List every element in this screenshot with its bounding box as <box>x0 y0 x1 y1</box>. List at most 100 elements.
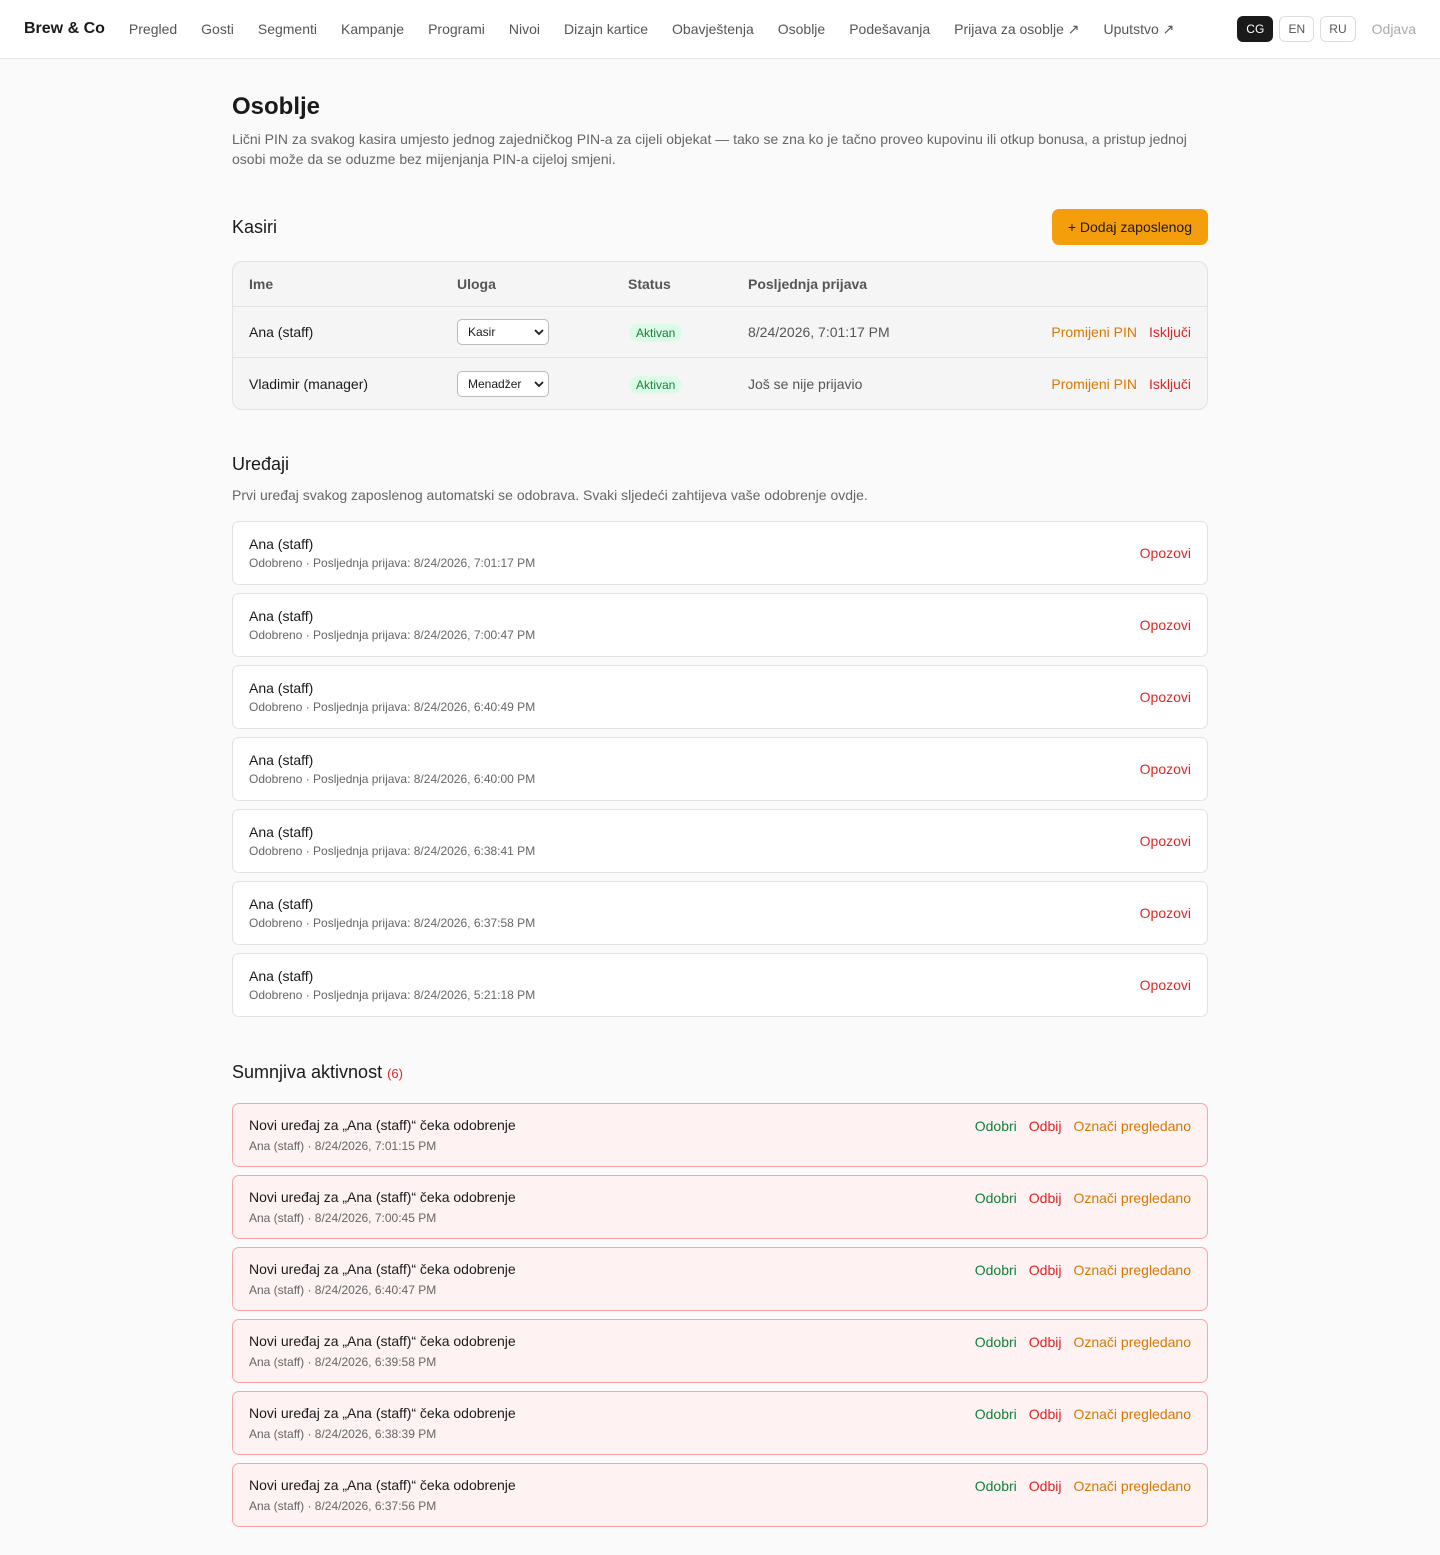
reject-button[interactable]: Odbij <box>1029 1478 1062 1494</box>
nav-item-segmenti[interactable]: Segmenti <box>258 21 317 37</box>
mark-reviewed-button[interactable]: Označi pregledano <box>1073 1334 1191 1350</box>
device-owner: Ana (staff) <box>249 608 314 624</box>
nav-item-kampanje[interactable]: Kampanje <box>341 21 404 37</box>
mark-reviewed-button[interactable]: Označi pregledano <box>1073 1190 1191 1206</box>
lang-button-cg[interactable]: CG <box>1237 16 1274 42</box>
device-owner: Ana (staff) <box>249 536 314 552</box>
status-cell: Aktivan <box>628 375 748 394</box>
cashier-name: Vladimir (manager) <box>249 375 369 392</box>
chevron-down-icon <box>534 380 544 387</box>
suspicious-item: Novi uređaj za „Ana (staff)“ čeka odobre… <box>232 1319 1208 1383</box>
alert-title: Novi uređaj za „Ana (staff)“ čeka odobre… <box>249 1261 516 1277</box>
table-row: Vladimir (manager) Menadžer Aktivan Još … <box>233 358 1207 409</box>
nav-item-uputstvo[interactable]: Uputstvo ↗ <box>1104 21 1175 38</box>
suspicious-item: Novi uređaj za „Ana (staff)“ čeka odobre… <box>232 1175 1208 1239</box>
row-actions: Promijeni PIN Isključi <box>1051 376 1191 392</box>
reject-button[interactable]: Odbij <box>1029 1118 1062 1134</box>
alert-actions: Odobri Odbij Označi pregledano <box>975 1118 1191 1134</box>
status-badge: Aktivan <box>629 324 683 342</box>
device-meta: Odobreno · Posljednja prijava: 8/24/2026… <box>249 772 536 786</box>
device-item: Ana (staff) Odobreno · Posljednja prijava… <box>232 953 1208 1017</box>
reject-button[interactable]: Odbij <box>1029 1190 1062 1206</box>
nav-item-pregled[interactable]: Pregled <box>129 21 177 37</box>
revoke-button[interactable]: Opozovi <box>1140 617 1191 633</box>
approve-button[interactable]: Odobri <box>975 1478 1017 1494</box>
alert-title: Novi uređaj za „Ana (staff)“ čeka odobre… <box>249 1189 516 1205</box>
approve-button[interactable]: Odobri <box>975 1334 1017 1350</box>
change-pin-button[interactable]: Promijeni PIN <box>1051 324 1137 340</box>
alert-title: Novi uređaj za „Ana (staff)“ čeka odobre… <box>249 1405 516 1421</box>
mark-reviewed-button[interactable]: Označi pregledano <box>1073 1262 1191 1278</box>
change-pin-button[interactable]: Promijeni PIN <box>1051 376 1137 392</box>
alert-actions: Odobri Odbij Označi pregledano <box>975 1262 1191 1278</box>
device-item: Ana (staff) Odobreno · Posljednja prijava… <box>232 593 1208 657</box>
lang-button-ru[interactable]: RU <box>1320 16 1356 42</box>
reject-button[interactable]: Odbij <box>1029 1334 1062 1350</box>
nav-item-prijava-za-osoblje[interactable]: Prijava za osoblje ↗ <box>954 21 1079 38</box>
header-right: CG EN RU Odjava <box>1237 16 1416 42</box>
revoke-button[interactable]: Opozovi <box>1140 761 1191 777</box>
cashiers-heading: Kasiri <box>232 216 278 237</box>
page-title: Osoblje <box>232 93 321 120</box>
approve-button[interactable]: Odobri <box>975 1262 1017 1278</box>
alert-actions: Odobri Odbij Označi pregledano <box>975 1406 1191 1422</box>
lang-button-en[interactable]: EN <box>1279 16 1315 42</box>
nav-item-nivoi[interactable]: Nivoi <box>509 21 540 37</box>
device-owner: Ana (staff) <box>249 680 314 696</box>
revoke-button[interactable]: Opozovi <box>1140 689 1191 705</box>
table-header: Ime Uloga Status Posljednja prijava <box>233 262 1207 307</box>
device-meta: Odobreno · Posljednja prijava: 8/24/2026… <box>249 556 536 570</box>
revoke-button[interactable]: Opozovi <box>1140 545 1191 561</box>
reject-button[interactable]: Odbij <box>1029 1262 1062 1278</box>
cashiers-section: Kasiri + Dodaj zaposlenog Ime Uloga Stat… <box>232 209 1208 410</box>
last-login: 8/24/2026, 7:01:17 PM <box>748 324 890 340</box>
role-cell: Kasir <box>457 319 628 345</box>
cashiers-header: Kasiri + Dodaj zaposlenog <box>232 209 1208 245</box>
revoke-button[interactable]: Opozovi <box>1140 977 1191 993</box>
devices-description: Prvi uređaj svakog zaposlenog automatski… <box>232 487 868 503</box>
row-actions: Promijeni PIN Isključi <box>1051 324 1191 340</box>
device-item: Ana (staff) Odobreno · Posljednja prijava… <box>232 665 1208 729</box>
nav-item-gosti[interactable]: Gosti <box>201 21 234 37</box>
approve-button[interactable]: Odobri <box>975 1190 1017 1206</box>
mark-reviewed-button[interactable]: Označi pregledano <box>1073 1478 1191 1494</box>
column-header-status: Status <box>628 276 671 292</box>
approve-button[interactable]: Odobri <box>975 1118 1017 1134</box>
nav-item-programi[interactable]: Programi <box>428 21 485 37</box>
devices-section: Uređaji Prvi uređaj svakog zaposlenog au… <box>232 454 1208 1017</box>
device-meta: Odobreno · Posljednja prijava: 8/24/2026… <box>249 916 536 930</box>
role-select[interactable]: Menadžer <box>457 370 549 397</box>
device-owner: Ana (staff) <box>249 752 314 768</box>
device-owner: Ana (staff) <box>249 824 314 840</box>
mark-reviewed-button[interactable]: Označi pregledano <box>1073 1406 1191 1422</box>
column-header-last-login: Posljednja prijava <box>748 276 868 292</box>
nav-item-dizajn-kartice[interactable]: Dizajn kartice <box>564 21 648 37</box>
mark-reviewed-button[interactable]: Označi pregledano <box>1073 1118 1191 1134</box>
column-header-name: Ime <box>249 276 274 292</box>
alert-meta: Ana (staff) · 8/24/2026, 6:39:58 PM <box>249 1355 437 1369</box>
role-select[interactable]: Kasir <box>457 319 549 345</box>
add-employee-button[interactable]: + Dodaj zaposlenog <box>1051 209 1208 245</box>
alert-actions: Odobri Odbij Označi pregledano <box>975 1334 1191 1350</box>
device-owner: Ana (staff) <box>249 896 314 912</box>
nav-item-obavjestenja[interactable]: Obavještenja <box>672 21 754 37</box>
column-header-role: Uloga <box>457 276 496 292</box>
disable-button[interactable]: Isključi <box>1149 376 1191 392</box>
cashier-name: Ana (staff) <box>249 324 314 340</box>
nav-item-osoblje[interactable]: Osoblje <box>778 21 825 37</box>
alert-meta: Ana (staff) · 8/24/2026, 7:00:45 PM <box>249 1211 437 1225</box>
device-item: Ana (staff) Odobreno · Posljednja prijava… <box>232 521 1208 585</box>
alert-actions: Odobri Odbij Označi pregledano <box>975 1478 1191 1494</box>
suspicious-activity-section: Sumnjiva aktivnost (6) Novi uređaj za „An… <box>232 1062 1208 1527</box>
revoke-button[interactable]: Opozovi <box>1140 905 1191 921</box>
reject-button[interactable]: Odbij <box>1029 1406 1062 1422</box>
nav-item-podesavanja[interactable]: Podešavanja <box>849 21 930 37</box>
device-meta: Odobreno · Posljednja prijava: 8/24/2026… <box>249 844 536 858</box>
revoke-button[interactable]: Opozovi <box>1140 833 1191 849</box>
disable-button[interactable]: Isključi <box>1149 324 1191 340</box>
suspicious-count-badge: (6) <box>387 1066 403 1081</box>
approve-button[interactable]: Odobri <box>975 1406 1017 1422</box>
alert-meta: Ana (staff) · 8/24/2026, 6:40:47 PM <box>249 1283 437 1297</box>
brand-logo[interactable]: Brew & Co <box>24 20 105 38</box>
logout-button[interactable]: Odjava <box>1372 21 1416 37</box>
